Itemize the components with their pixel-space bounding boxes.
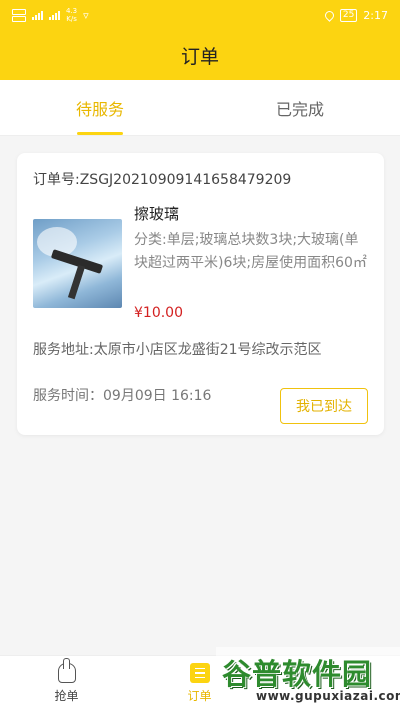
- nav-label-grab: 抢单: [54, 689, 79, 703]
- arrived-button[interactable]: 我已到达: [280, 388, 368, 424]
- location-icon: [322, 8, 336, 22]
- order-list-icon: [189, 663, 210, 683]
- watermark-logo: 谷普软件园: [222, 657, 373, 691]
- service-name: 擦玻璃: [134, 205, 180, 223]
- sim-icon: [12, 8, 26, 22]
- order-number: 订单号:ZSGJ20210909141658479209: [33, 172, 292, 188]
- service-address: 服务地址:太原市小店区龙盛街21号综改示范区: [33, 342, 322, 358]
- clock: 2:17: [363, 8, 388, 22]
- tab-pending[interactable]: 待服务: [0, 80, 200, 135]
- network-speed: 4.3 K/s: [66, 7, 78, 23]
- wifi-icon: ▿: [83, 8, 89, 22]
- nav-grab-order[interactable]: 抢单: [0, 656, 133, 711]
- watermark-url: www.gupuxiazai.com: [256, 689, 400, 703]
- battery-icon: 25: [339, 8, 358, 22]
- signal-icon-2: [49, 10, 60, 20]
- service-time: 服务时间：09月09日 16:16: [33, 388, 212, 404]
- order-tabs: 待服务 已完成: [0, 80, 400, 136]
- watermark: 谷普软件园 www.gupuxiazai.com: [216, 647, 400, 711]
- app-header: 订单: [0, 30, 400, 80]
- service-thumbnail: [33, 219, 122, 308]
- hand-tap-icon: [57, 658, 76, 683]
- signal-icon: [32, 10, 43, 20]
- service-price: ¥10.00: [134, 305, 183, 321]
- status-bar: 4.3 K/s ▿ 25 2:17: [0, 0, 400, 30]
- service-description: 分类:单层;玻璃总块数3块;大玻璃(单块超过两平米)6块;房屋使用面积60㎡: [134, 232, 367, 271]
- nav-label-orders: 订单: [187, 689, 212, 703]
- tab-completed[interactable]: 已完成: [200, 80, 400, 135]
- order-card[interactable]: 订单号:ZSGJ20210909141658479209 擦玻璃 分类:单层;玻…: [17, 153, 384, 435]
- page-title: 订单: [180, 45, 219, 68]
